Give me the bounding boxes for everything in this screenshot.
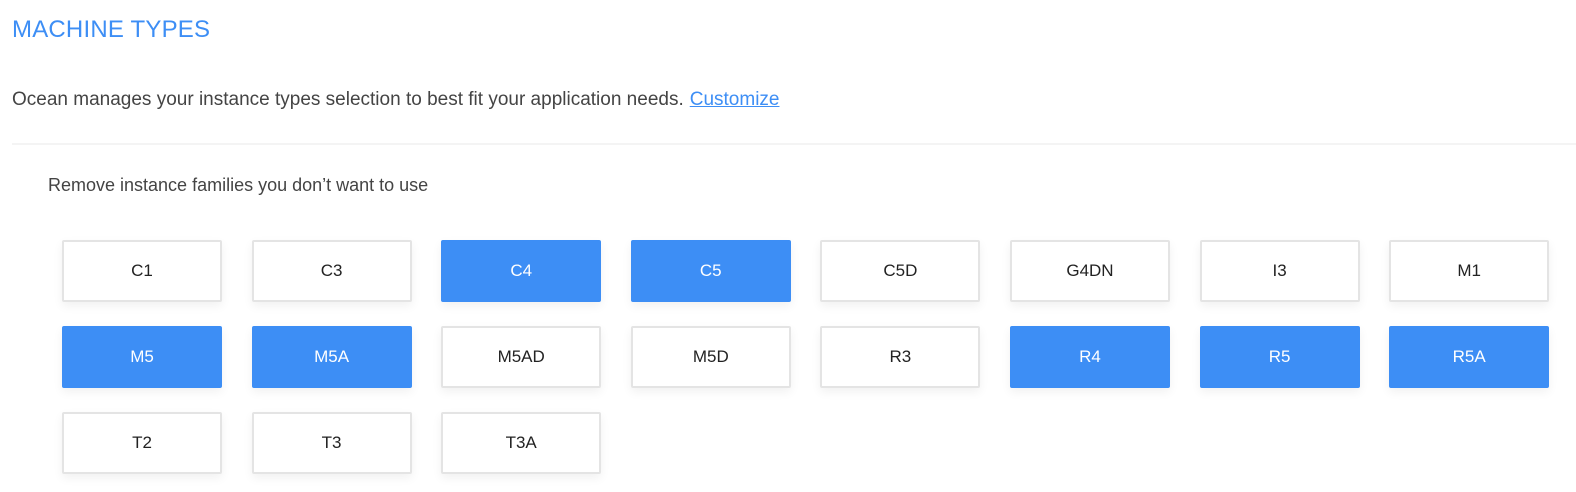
instance-families-subtitle: Remove instance families you don’t want … — [48, 175, 429, 195]
section-title: MACHINE TYPES — [12, 16, 211, 43]
instance-family-toggle-c1[interactable]: C1 — [62, 240, 222, 302]
instance-family-toggle-r3[interactable]: R3 — [820, 326, 981, 388]
description: Ocean manages your instance types select… — [12, 89, 779, 111]
instance-family-toggle-c5[interactable]: C5 — [630, 240, 791, 302]
instance-family-toggle-r5a[interactable]: R5A — [1389, 326, 1550, 388]
instance-family-toggle-c4[interactable]: C4 — [441, 240, 602, 302]
divider — [12, 143, 1576, 145]
instance-family-toggle-c3[interactable]: C3 — [251, 240, 412, 302]
instance-family-toggle-t2[interactable]: T2 — [62, 412, 222, 474]
instance-family-toggle-m5[interactable]: M5 — [62, 326, 222, 388]
instance-family-toggle-m1[interactable]: M1 — [1389, 240, 1550, 302]
instance-family-toggle-t3a[interactable]: T3A — [441, 412, 602, 474]
customize-link[interactable]: Customize — [690, 89, 780, 110]
instance-family-toggle-r4[interactable]: R4 — [1009, 326, 1170, 388]
instance-family-toggle-r5[interactable]: R5 — [1199, 326, 1360, 388]
instance-family-toggle-m5ad[interactable]: M5AD — [441, 326, 602, 388]
instance-family-toggle-m5d[interactable]: M5D — [630, 326, 791, 388]
description-text: Ocean manages your instance types select… — [12, 89, 684, 110]
instance-family-toggle-m5a[interactable]: M5A — [251, 326, 412, 388]
instance-family-toggle-i3[interactable]: I3 — [1199, 240, 1360, 302]
instance-family-toggle-c5d[interactable]: C5D — [820, 240, 981, 302]
instance-family-grid: C1 C3 C4 C5 C5D G4DN I3 M1 M5 M5A M5AD M5D R3 R4 R5 R5A… — [62, 240, 1550, 474]
instance-family-toggle-g4dn[interactable]: G4DN — [1009, 240, 1170, 302]
instance-family-toggle-t3[interactable]: T3 — [251, 412, 412, 474]
